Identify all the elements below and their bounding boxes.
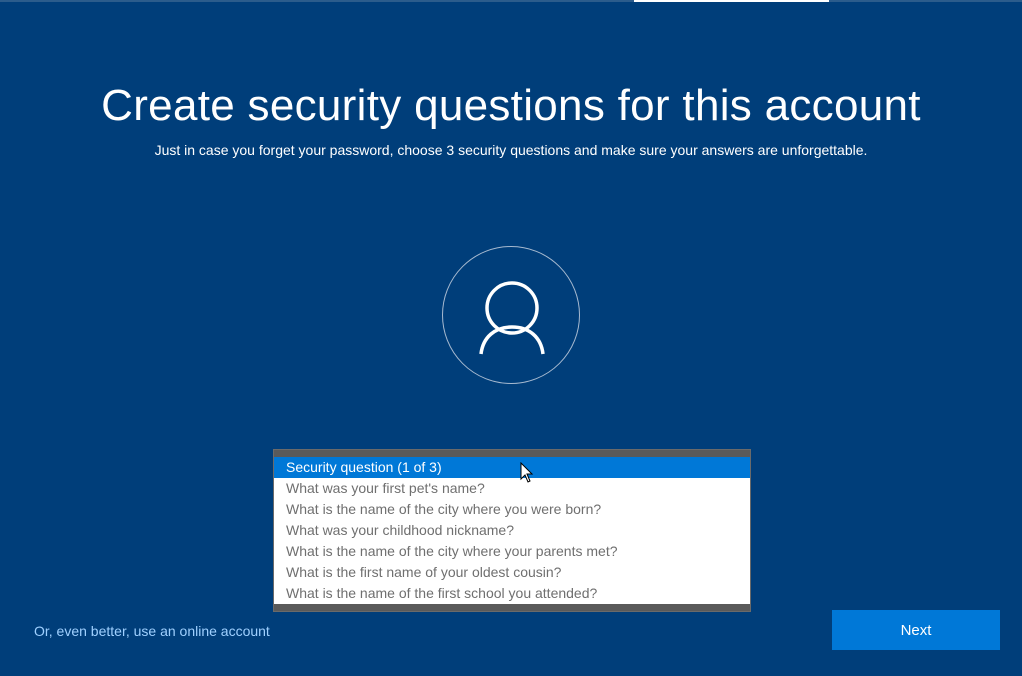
dropdown-option[interactable]: What is the first name of your oldest co… [274,562,750,583]
dropdown-option[interactable]: What is the name of the city where your … [274,541,750,562]
next-button[interactable]: Next [832,610,1000,650]
avatar [442,246,580,384]
page-subtitle: Just in case you forget your password, c… [154,142,868,158]
security-question-dropdown[interactable]: Security question (1 of 3) What was your… [273,449,751,612]
oobe-screen: Create security questions for this accou… [0,0,1022,676]
dropdown-option-placeholder[interactable]: Security question (1 of 3) [274,457,750,478]
dropdown-top-bar [274,450,750,457]
dropdown-option[interactable]: What is the name of the first school you… [274,583,750,604]
setup-progress-track [0,0,1022,2]
online-account-link[interactable]: Or, even better, use an online account [34,622,270,640]
dropdown-option[interactable]: What was your childhood nickname? [274,520,750,541]
mouse-pointer-icon [520,462,534,483]
setup-progress-indicator [634,0,829,2]
dropdown-option[interactable]: What is the name of the city where you w… [274,499,750,520]
page-title: Create security questions for this accou… [101,81,921,130]
dropdown-bottom-bar [274,604,750,611]
user-icon [479,281,545,355]
dropdown-option[interactable]: What was your first pet's name? [274,478,750,499]
